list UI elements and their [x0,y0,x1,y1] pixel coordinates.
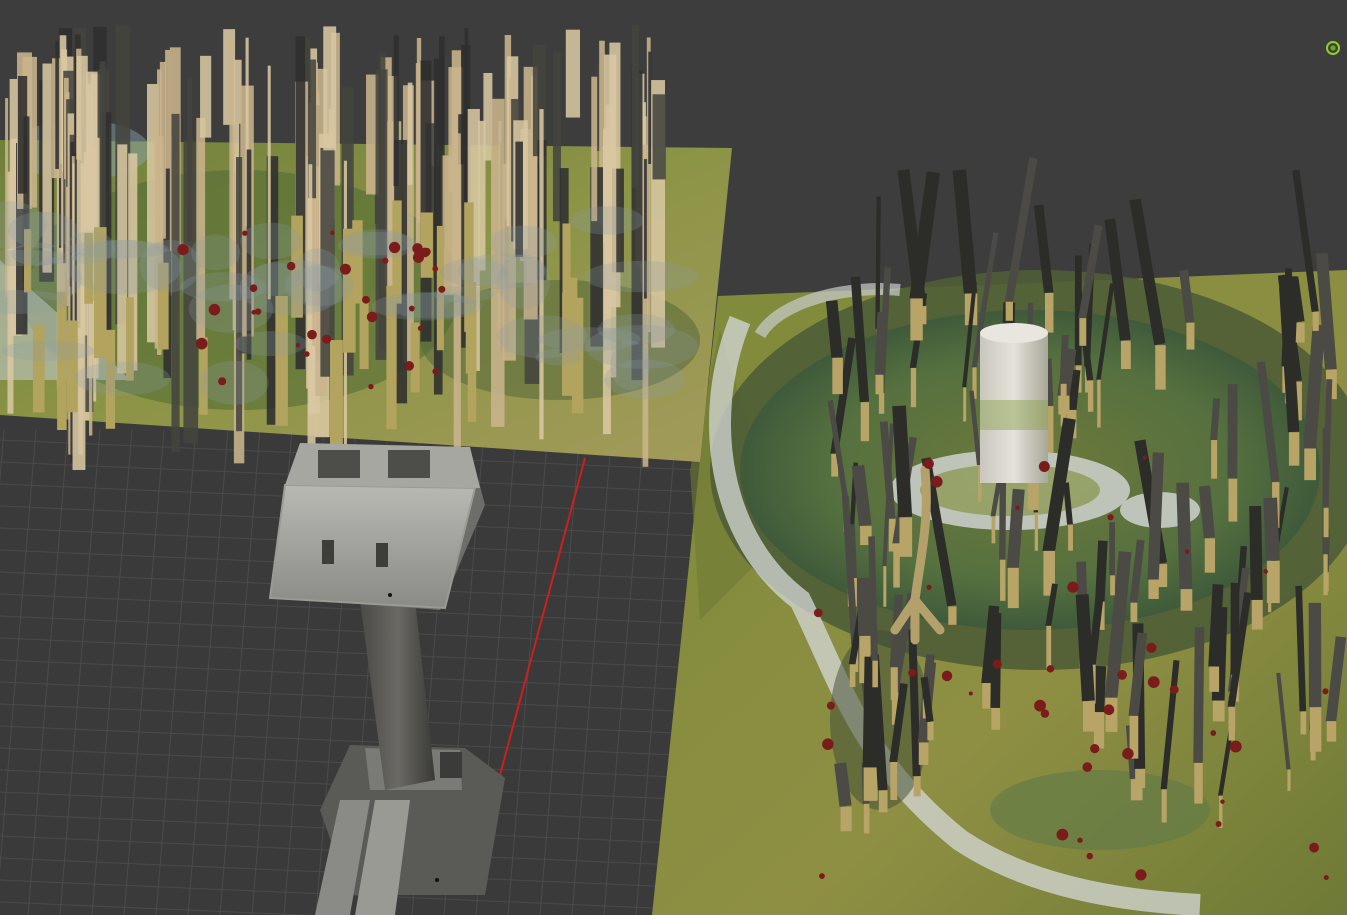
3d-viewport[interactable] [0,0,1347,915]
scene-canvas[interactable] [0,0,1347,915]
central-white-pillar [980,323,1048,483]
view-gizmo-icon[interactable] [1326,41,1340,55]
